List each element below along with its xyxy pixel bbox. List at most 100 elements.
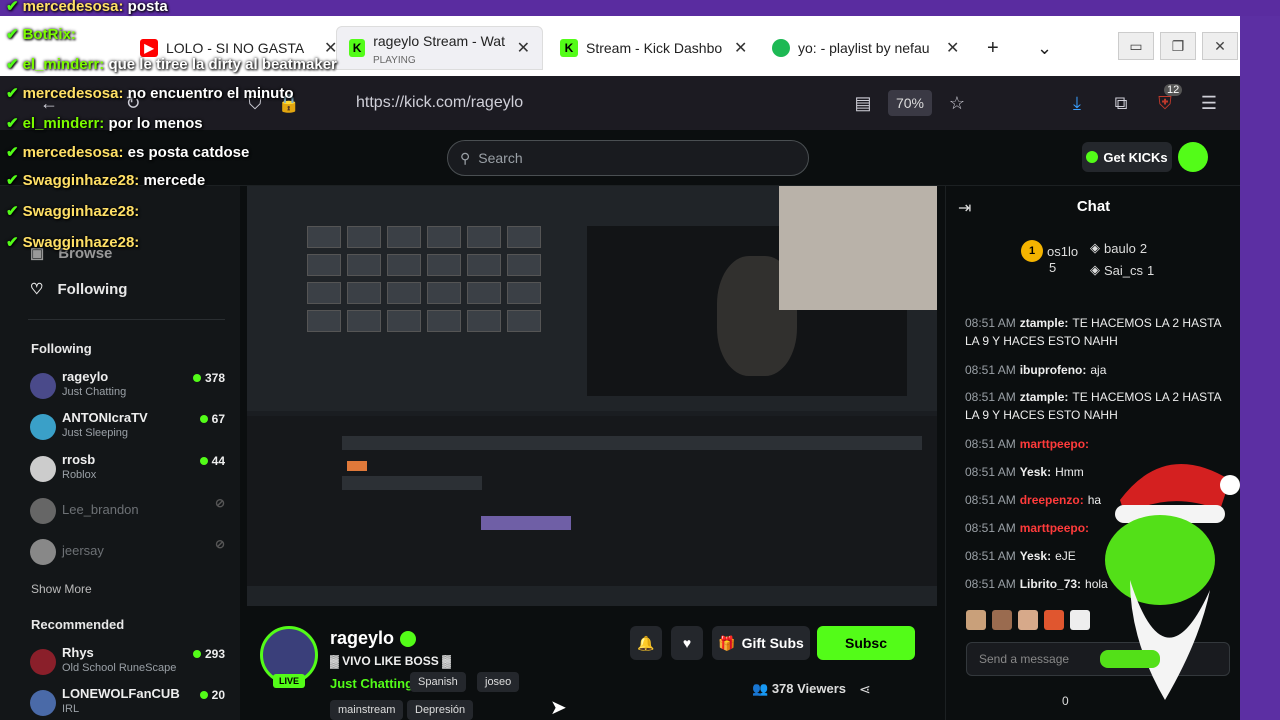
search-icon: ⚲ [460, 149, 471, 166]
share-icon[interactable]: ⋖ [859, 681, 871, 698]
channel-category: Just Sleeping [62, 427, 129, 439]
gift-subs-button[interactable]: 🎁 Gift Subs [712, 626, 810, 660]
stream-title: ▓ VIVO LIKE BOSS ▓ [330, 654, 451, 668]
tag-depresion[interactable]: Depresión [407, 700, 474, 720]
video-player[interactable] [247, 186, 937, 606]
tab-spotify[interactable]: yo: - playlist by nefau ✕ [760, 26, 971, 70]
show-more-link[interactable]: Show More [31, 582, 92, 596]
live-dot-icon [199, 415, 208, 423]
emote-icon[interactable] [966, 610, 986, 630]
live-dot-icon [192, 374, 201, 382]
sidebar-channel-rageylo[interactable]: rageylo Just Chatting 378 [30, 369, 225, 409]
mouse-cursor-icon: ➤ [550, 697, 567, 719]
media-bin [307, 226, 541, 332]
tag-spanish[interactable]: Spanish [410, 672, 466, 692]
zoom-level[interactable]: 70% [888, 90, 932, 116]
live-dot-icon [199, 457, 208, 465]
viewer-count-value: 378 [204, 371, 225, 385]
tab-kick-dashboard[interactable]: K Stream - Kick Dashbo ✕ [548, 26, 759, 70]
minimize-button[interactable]: ▭ [1118, 32, 1154, 60]
download-icon[interactable]: ⤓ [1064, 90, 1090, 116]
user-avatar[interactable] [1178, 142, 1208, 172]
tag-joseo[interactable]: joseo [477, 672, 520, 692]
heart-icon: ♥ [682, 635, 692, 651]
bookmark-star-icon[interactable]: ☆ [944, 90, 970, 116]
sidebar-channel-rhys[interactable]: Rhys Old School RuneScape 293 [30, 645, 225, 685]
gift-icon: ◈ [1090, 262, 1100, 277]
kick-icon: K [349, 39, 366, 57]
viewer-count-value: 20 [211, 688, 225, 702]
chat-title: Chat [1076, 198, 1111, 215]
streamer-name-row: rageylo [330, 628, 417, 649]
viewer-count: 20 [199, 688, 225, 702]
chat-message: 08:51 AM ztample: TE HACEMOS LA 2 HASTA LA… [965, 316, 1221, 348]
stream-category[interactable]: Just Chatting [330, 676, 413, 691]
maximize-button[interactable]: ❐ [1160, 32, 1196, 60]
follow-button[interactable]: ♥ [671, 626, 703, 660]
tab-playing-label: PLAYING [373, 55, 416, 66]
back-icon[interactable]: ← [36, 90, 62, 116]
emote-icon[interactable] [1044, 610, 1064, 630]
live-dot-icon [192, 650, 201, 658]
top-gifter: ◈ Sai_cs 1 [1090, 262, 1154, 278]
emote-icon[interactable] [992, 610, 1012, 630]
tab-title: yo: - playlist by nefau [798, 40, 930, 56]
sidebar-channel-antonicratv[interactable]: ANTONIcraTV Just Sleeping 67 [30, 410, 225, 450]
get-kicks-button[interactable]: Get KICKs [1082, 142, 1172, 172]
sidebar-channel-lonewolfancub[interactable]: LONEWOLFanCUB IRL 20 [30, 686, 225, 720]
subscribe-button[interactable]: Subsc [817, 626, 915, 660]
gift-icon: 🎁 [718, 634, 736, 651]
viewer-count: 👥 378 Viewers [752, 681, 846, 697]
tab-rageylo[interactable]: K rageylo Stream - Wat PLAYING ✕ [336, 26, 543, 70]
spotify-icon [772, 39, 790, 57]
channel-name: rageylo [62, 369, 109, 384]
gifter-name: baulo [1104, 240, 1136, 256]
close-tab-icon[interactable]: ✕ [517, 38, 530, 58]
chat-message: 08:51 AM ibuprofeno: aja [965, 363, 1107, 377]
viewer-count: 67 [199, 412, 225, 426]
tab-lolo[interactable]: ▶ LOLO - SI NO GASTA ✕ [128, 26, 349, 70]
gifter-count: 5 [1049, 260, 1057, 275]
tab-title: Stream - Kick Dashbo [586, 40, 723, 56]
tab-list-button[interactable]: ⌄ [1025, 26, 1064, 70]
viewers-icon: 👥 [752, 681, 769, 696]
emote-icon[interactable] [1070, 610, 1090, 630]
channel-name: rrosb [62, 452, 96, 467]
sidebar-channel-jeersay[interactable]: jeersay ⊘ [30, 535, 225, 575]
emote-icon[interactable] [1018, 610, 1038, 630]
sidebar-channel-rrosb[interactable]: rrosb Roblox 44 [30, 452, 225, 492]
sidebar-browse[interactable]: ▣ Browse [30, 244, 112, 263]
shield-icon[interactable]: ⛉ [242, 90, 268, 116]
extensions-icon[interactable]: ⧉ [1108, 90, 1134, 116]
reload-icon[interactable]: ↻ [120, 90, 146, 116]
notification-bell-button[interactable]: 🔔 [630, 626, 662, 660]
avatar [30, 539, 56, 565]
chat-message: 08:51 AM ztample: TE HACEMOS LA 2 HASTA LA… [965, 390, 1221, 422]
url-text[interactable]: https://kick.com/rageylo [356, 94, 523, 112]
channel-category: Just Chatting [62, 386, 127, 398]
close-window-button[interactable]: ✕ [1202, 32, 1238, 60]
new-tab-button[interactable]: + [975, 26, 1011, 70]
sidebar-following[interactable]: ♡ Following [30, 280, 127, 299]
sidebar-channel-lee-brandon[interactable]: Lee_brandon ⊘ [30, 494, 225, 534]
gifter-count: 1 [1147, 262, 1155, 278]
tag-mainstream[interactable]: mainstream [330, 700, 404, 720]
reader-view-icon[interactable]: ▤ [850, 90, 876, 116]
close-tab-icon[interactable]: ✕ [734, 38, 747, 58]
sidebar: ▣ Browse ♡ Following Following rageylo J… [0, 186, 240, 720]
channel-name: jeersay [62, 543, 104, 558]
editor-timeline [247, 416, 937, 596]
gift-icon: ◈ [1090, 240, 1100, 255]
gift-subs-label: Gift Subs [741, 635, 804, 651]
channel-name: ANTONIcraTV [62, 410, 148, 425]
search-input[interactable]: ⚲ Search [447, 140, 809, 176]
viewer-count-value: 293 [204, 647, 225, 661]
kicks-coin-icon [1086, 151, 1099, 163]
streamer-name[interactable]: rageylo [330, 628, 394, 649]
divider [28, 319, 225, 320]
hamburger-menu-icon[interactable]: ☰ [1196, 90, 1222, 116]
desktop-right-strip [1240, 16, 1280, 720]
santa-mascot-overlay [1100, 464, 1240, 700]
avatar [30, 414, 56, 440]
close-tab-icon[interactable]: ✕ [946, 38, 959, 58]
